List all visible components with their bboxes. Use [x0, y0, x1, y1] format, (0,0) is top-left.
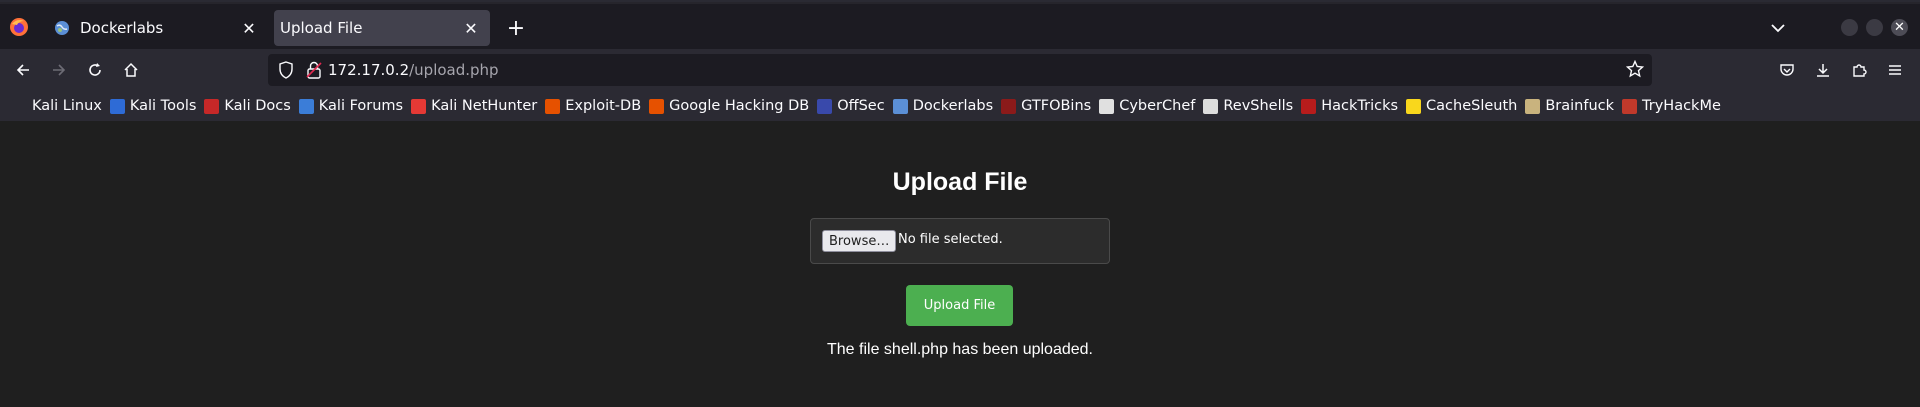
url-path: /upload.php	[409, 61, 499, 79]
shield-icon[interactable]	[278, 61, 294, 83]
kali-docs-icon	[204, 98, 220, 114]
nethunter-icon	[411, 98, 427, 114]
bookmark-label: CacheSleuth	[1426, 98, 1518, 114]
tab-title: Dockerlabs	[80, 19, 164, 37]
home-button[interactable]	[116, 55, 146, 85]
globe-icon	[892, 98, 908, 114]
upload-file-button[interactable]: Upload File	[906, 285, 1013, 326]
insecure-lock-icon[interactable]	[306, 61, 322, 83]
bookmark-item[interactable]: OffSec	[815, 94, 891, 118]
url-bar[interactable]: 172.17.0.2/upload.php	[268, 54, 1652, 86]
tryhackme-icon	[1622, 98, 1638, 114]
kali-dragon-icon	[12, 98, 27, 114]
minimize-window-button[interactable]	[1841, 19, 1858, 36]
bookmark-item[interactable]: Kali Docs	[202, 94, 296, 118]
file-status-text: No file selected.	[898, 232, 1003, 247]
navigation-bar: 172.17.0.2/upload.php	[0, 49, 1920, 91]
exploitdb-icon	[545, 98, 561, 114]
forward-button[interactable]	[44, 55, 74, 85]
pocket-icon	[1780, 64, 1794, 76]
bookmark-item[interactable]: Kali NetHunter	[409, 94, 543, 118]
bookmark-item[interactable]: Exploit-DB	[543, 94, 647, 118]
tab-dockerlabs[interactable]: Dockerlabs ✕	[42, 10, 268, 46]
firefox-menu-icon[interactable]	[8, 16, 30, 38]
bookmark-label: Kali Linux	[32, 98, 102, 114]
bookmark-item[interactable]: HackTricks	[1299, 94, 1404, 118]
close-tab-icon[interactable]: ✕	[236, 15, 262, 41]
tab-upload-file[interactable]: Upload File ✕	[274, 10, 490, 46]
bookmark-label: GTFOBins	[1021, 98, 1092, 114]
bookmark-star-icon[interactable]	[1625, 59, 1645, 82]
bookmark-label: CyberChef	[1119, 98, 1196, 114]
bookmark-label: Google Hacking DB	[669, 98, 810, 114]
downloads-button[interactable]	[1808, 55, 1838, 85]
back-button[interactable]	[8, 55, 38, 85]
maximize-window-button[interactable]	[1866, 19, 1883, 36]
extensions-button[interactable]	[1844, 55, 1874, 85]
close-tab-icon[interactable]: ✕	[458, 15, 484, 41]
bookmark-item[interactable]: Brainfuck	[1523, 94, 1620, 118]
bookmark-label: Brainfuck	[1545, 98, 1615, 114]
puzzle-icon	[1853, 64, 1867, 77]
offsec-icon	[817, 98, 833, 114]
tab-strip-edge	[0, 2, 1920, 4]
bookmark-label: HackTricks	[1321, 98, 1399, 114]
bookmark-label: Kali Forums	[318, 98, 404, 114]
upload-result-message: The file shell.php has been uploaded.	[827, 341, 1093, 358]
bookmark-item[interactable]: Kali Tools	[108, 94, 203, 118]
bookmark-label: Kali NetHunter	[431, 98, 538, 114]
bookmark-label: Dockerlabs	[912, 98, 994, 114]
url-text[interactable]: 172.17.0.2/upload.php	[328, 61, 499, 79]
pocket-button[interactable]	[1772, 55, 1802, 85]
bookmark-item[interactable]: Google Hacking DB	[647, 94, 815, 118]
file-input[interactable]: Browse… No file selected.	[810, 218, 1110, 264]
arrow-right-icon	[53, 64, 66, 76]
tab-title: Upload File	[280, 19, 363, 37]
download-icon	[1817, 64, 1829, 77]
browse-button[interactable]: Browse…	[822, 230, 897, 252]
kali-tools-icon	[109, 98, 125, 114]
ghdb-icon	[649, 98, 665, 114]
reload-button[interactable]	[80, 55, 110, 85]
app-menu-button[interactable]	[1880, 55, 1910, 85]
bookmark-item[interactable]: GTFOBins	[999, 94, 1097, 118]
home-icon	[124, 62, 138, 77]
close-window-button[interactable]: ✕	[1891, 19, 1908, 36]
kali-forums-icon	[298, 98, 314, 114]
bookmark-item[interactable]: Kali Linux	[10, 94, 108, 118]
bookmark-item[interactable]: Kali Forums	[297, 94, 409, 118]
bookmark-item[interactable]: CacheSleuth	[1404, 94, 1523, 118]
bookmark-item[interactable]: TryHackMe	[1620, 94, 1727, 118]
new-tab-button[interactable]: +	[502, 14, 530, 42]
cyberchef-icon	[1099, 98, 1115, 114]
cachesleuth-icon	[1406, 98, 1422, 114]
skull-icon	[1203, 98, 1219, 114]
reload-icon	[89, 63, 101, 76]
arrow-left-icon	[16, 64, 29, 76]
page-content: Upload File Browse… No file selected. Up…	[0, 121, 1920, 407]
bookmark-label: Kali Docs	[224, 98, 291, 114]
bookmark-item[interactable]: CyberChef	[1097, 94, 1201, 118]
page-title: Upload File	[892, 168, 1028, 196]
url-host: 172.17.0.2	[328, 61, 410, 79]
gtfobins-icon	[1001, 98, 1017, 114]
bookmark-label: TryHackMe	[1642, 98, 1721, 114]
hamburger-menu-icon	[1889, 65, 1901, 75]
bookmark-label: RevShells	[1223, 98, 1294, 114]
brainfuck-icon	[1525, 98, 1541, 114]
tab-strip: Dockerlabs ✕ Upload File ✕ + ✕	[0, 0, 1920, 49]
hacktricks-icon	[1301, 98, 1317, 114]
bookmarks-toolbar: Kali Linux Kali Tools Kali Docs Kali Forums…	[0, 91, 1920, 121]
bookmark-label: Exploit-DB	[565, 98, 642, 114]
bookmark-item[interactable]: Dockerlabs	[891, 94, 999, 118]
globe-icon	[54, 20, 70, 36]
bookmark-item[interactable]: RevShells	[1201, 94, 1299, 118]
bookmark-label: Kali Tools	[129, 98, 197, 114]
list-all-tabs-icon[interactable]	[1764, 16, 1792, 40]
bookmark-label: OffSec	[837, 98, 885, 114]
